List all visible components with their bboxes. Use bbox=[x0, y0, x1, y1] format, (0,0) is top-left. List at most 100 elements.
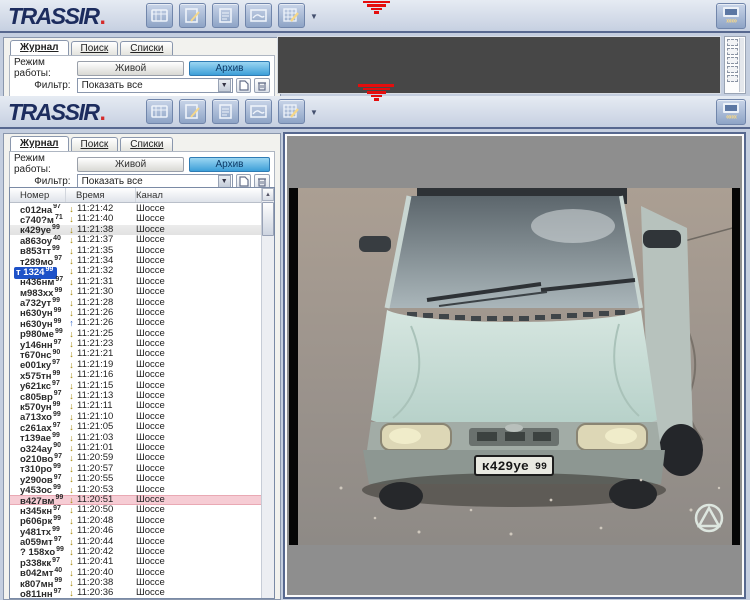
direction-arrow-icon: ↓ bbox=[66, 443, 77, 453]
direction-arrow-icon: ↓ bbox=[66, 401, 77, 411]
video-display-main[interactable]: к429уе 99 bbox=[285, 134, 744, 597]
settings-grid-icon[interactable] bbox=[278, 99, 305, 124]
video-display-top[interactable] bbox=[277, 36, 721, 94]
direction-arrow-icon: ↓ bbox=[66, 214, 77, 224]
report-icon[interactable] bbox=[212, 99, 239, 124]
tab-journal[interactable]: Журнал bbox=[10, 136, 69, 151]
control-panel: Журнал Поиск Списки Режим работы: Живой … bbox=[3, 37, 281, 96]
expand-panel-button[interactable]: »»» bbox=[716, 3, 746, 29]
column-header-time[interactable]: Время bbox=[66, 188, 136, 202]
expand-chevrons-icon: »»» bbox=[726, 17, 736, 25]
trassir-logo: TRASSIR. bbox=[8, 3, 104, 30]
direction-arrow-icon: ↓ bbox=[66, 246, 77, 256]
scrollbar-up-icon[interactable]: ▲ bbox=[262, 188, 274, 201]
toolbar-dropdown-arrow-icon[interactable]: ▼ bbox=[310, 108, 318, 117]
filter-combobox[interactable]: Показать все ▼ bbox=[77, 78, 233, 93]
logo-red-dot: . bbox=[99, 99, 104, 125]
direction-arrow-icon: ↓ bbox=[66, 204, 77, 214]
video-thumbnail[interactable] bbox=[727, 39, 738, 46]
plate-journal-icon[interactable] bbox=[146, 3, 173, 28]
video-thumbnail[interactable] bbox=[727, 57, 738, 64]
video-thumbnail[interactable] bbox=[727, 75, 738, 82]
camera-view-icon[interactable] bbox=[245, 3, 272, 28]
car-scene: к429уе 99 bbox=[289, 188, 740, 545]
collapse-panel-button[interactable]: ««« bbox=[716, 99, 746, 125]
plate-journal-icon[interactable] bbox=[146, 99, 173, 124]
direction-arrow-icon: ↓ bbox=[66, 505, 77, 515]
filter-value: Показать все bbox=[78, 176, 218, 187]
direction-arrow-icon: ↓ bbox=[66, 277, 77, 287]
direction-arrow-icon: ↓ bbox=[66, 578, 77, 588]
filter-label: Фильтр: bbox=[14, 176, 77, 187]
trassir-logo: TRASSIR. bbox=[8, 99, 104, 126]
thumbnail-scrollbar[interactable] bbox=[739, 38, 744, 92]
direction-arrow-icon: ↓ bbox=[66, 381, 77, 391]
mode-label: Режим работы: bbox=[14, 57, 77, 79]
column-header-channel[interactable]: Канал bbox=[136, 188, 274, 202]
direction-arrow-icon: ↓ bbox=[66, 422, 77, 432]
direction-arrow-icon: ↓ bbox=[66, 256, 77, 266]
combo-arrow-icon[interactable]: ▼ bbox=[218, 79, 231, 92]
tab-search[interactable]: Поиск bbox=[71, 137, 119, 151]
camera-frame: к429уе 99 bbox=[289, 188, 740, 545]
direction-arrow-icon: ↓ bbox=[66, 526, 77, 536]
video-thumbnail[interactable] bbox=[727, 66, 738, 73]
mode-label: Режим работы: bbox=[14, 153, 77, 175]
direction-arrow-icon: ↓ bbox=[66, 308, 77, 318]
combo-arrow-icon[interactable]: ▼ bbox=[218, 175, 231, 188]
delete-filter-icon[interactable] bbox=[254, 78, 270, 93]
video-thumbnail[interactable] bbox=[727, 48, 738, 55]
direction-arrow-icon: ↓ bbox=[66, 474, 77, 484]
tab-lists[interactable]: Списки bbox=[120, 41, 173, 55]
app-window-main: TRASSIR. ▼ ««« Журнал Поиск Списки bbox=[0, 96, 750, 600]
direction-arrow-icon: ↓ bbox=[66, 464, 77, 474]
direction-arrow-icon: ↓ bbox=[66, 235, 77, 245]
report-icon[interactable] bbox=[212, 3, 239, 28]
direction-arrow-icon: ↓ bbox=[66, 557, 77, 567]
table-row[interactable]: о811нн97 ↓11:20:36 Шоссе bbox=[10, 588, 261, 598]
archive-mode-button[interactable]: Архив bbox=[189, 157, 270, 172]
direction-arrow-icon: ↓ bbox=[66, 298, 77, 308]
live-mode-button[interactable]: Живой bbox=[77, 157, 184, 172]
direction-arrow-icon: ↓ bbox=[66, 370, 77, 380]
direction-arrow-icon: ↓ bbox=[66, 547, 77, 557]
live-mode-button[interactable]: Живой bbox=[77, 61, 184, 76]
scrollbar-thumb[interactable] bbox=[262, 202, 274, 236]
direction-arrow-icon: ↓ bbox=[66, 516, 77, 526]
direction-arrow-icon: ↓ bbox=[66, 453, 77, 463]
settings-grid-icon[interactable] bbox=[278, 3, 305, 28]
direction-arrow-icon: ↓ bbox=[66, 412, 77, 422]
toolbar-dropdown-arrow-icon[interactable]: ▼ bbox=[310, 12, 318, 21]
tab-search[interactable]: Поиск bbox=[71, 41, 119, 55]
direction-arrow-icon: ↓ bbox=[66, 485, 77, 495]
direction-arrow-icon: ↑ bbox=[66, 318, 77, 328]
direction-arrow-icon: ↓ bbox=[66, 266, 77, 276]
plates-table: Номер Время Канал с012на97 ↓11:21:42 Шос… bbox=[9, 187, 275, 599]
red-beacon-icon bbox=[357, 84, 395, 102]
column-header-plate[interactable]: Номер bbox=[10, 188, 66, 202]
panel-tabs: Журнал Поиск Списки bbox=[10, 136, 280, 151]
new-filter-icon[interactable] bbox=[236, 78, 252, 93]
control-panel: Журнал Поиск Списки Режим работы: Живой … bbox=[3, 133, 281, 600]
direction-arrow-icon: ↓ bbox=[66, 537, 77, 547]
panel-tabs: Журнал Поиск Списки bbox=[10, 40, 280, 55]
car-license-plate: к429уе bbox=[482, 459, 529, 474]
collapse-chevrons-icon: ««« bbox=[726, 113, 736, 121]
table-header: Номер Время Канал bbox=[10, 188, 274, 203]
archive-mode-button[interactable]: Архив bbox=[189, 61, 270, 76]
direction-arrow-icon: ↓ bbox=[66, 588, 77, 598]
edit-record-icon[interactable] bbox=[179, 3, 206, 28]
camera-view-icon[interactable] bbox=[245, 99, 272, 124]
filter-value: Показать все bbox=[78, 80, 218, 91]
direction-arrow-icon: ↓ bbox=[66, 329, 77, 339]
thumbnail-strip bbox=[724, 36, 746, 94]
tab-lists[interactable]: Списки bbox=[120, 137, 173, 151]
window-content: Журнал Поиск Списки Режим работы: Живой … bbox=[0, 131, 750, 600]
logo-red-dot: . bbox=[99, 3, 104, 29]
direction-arrow-icon: ↓ bbox=[66, 433, 77, 443]
video-panel: к429уе 99 bbox=[283, 132, 746, 599]
edit-record-icon[interactable] bbox=[179, 99, 206, 124]
table-scrollbar[interactable]: ▲ bbox=[261, 188, 274, 598]
watermark-logo bbox=[696, 505, 722, 531]
tab-journal[interactable]: Журнал bbox=[10, 40, 69, 55]
